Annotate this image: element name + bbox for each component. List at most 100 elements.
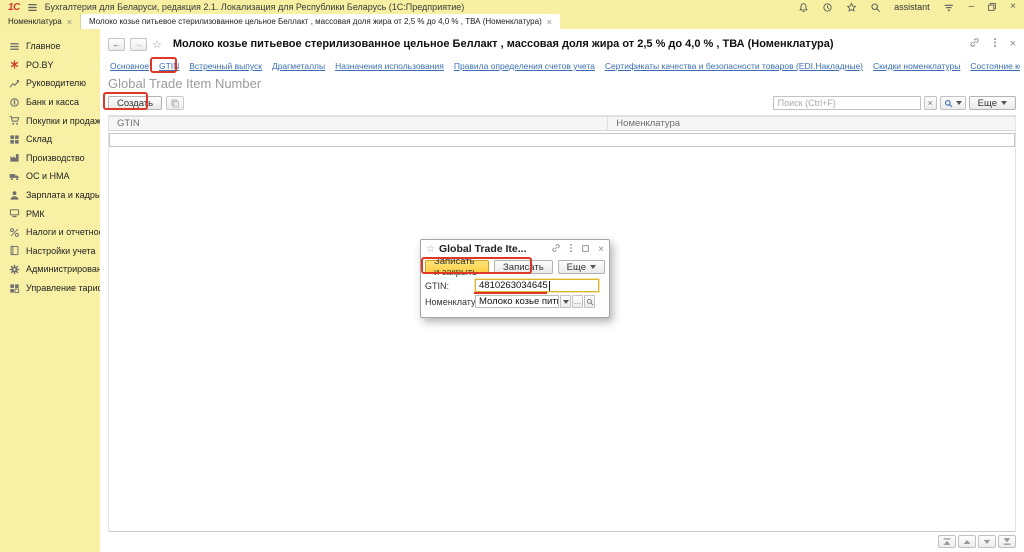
warehouse-grid-icon — [9, 134, 20, 145]
back-button[interactable]: ← — [108, 38, 125, 51]
get-link-icon[interactable] — [969, 35, 980, 53]
maximize-icon[interactable] — [581, 240, 590, 258]
nav-link-precious-metals[interactable]: Драгметаллы — [272, 61, 325, 71]
service-menu-icon[interactable] — [943, 2, 956, 13]
sidebar-item-warehouse[interactable]: Склад — [0, 130, 100, 149]
get-link-icon[interactable] — [551, 240, 561, 258]
nav-link-main[interactable]: Основное — [110, 61, 149, 71]
list-more-button[interactable]: Еще — [969, 96, 1016, 110]
chevron-down-icon — [956, 101, 962, 105]
chevron-down-icon — [563, 300, 569, 304]
page-up-button[interactable] — [958, 535, 976, 548]
restore-button[interactable] — [987, 2, 997, 12]
form-header: ← → ☆ Молоко козье питьевое стерилизован… — [108, 35, 1016, 53]
nav-link-gtin[interactable]: GTIN — [159, 61, 179, 71]
dropdown-button[interactable] — [560, 295, 571, 308]
current-user[interactable]: assistant — [894, 2, 930, 12]
bank-cash-coin-icon — [9, 97, 20, 108]
magnifier-icon — [586, 298, 594, 306]
open-windows-tabbar: Номенклатура × Молоко козье питьевое сте… — [0, 14, 1024, 29]
salary-person-icon — [9, 190, 20, 201]
window-tab-item-card[interactable]: Молоко козье питьевое стерилизованное це… — [81, 14, 560, 29]
tab-label: Молоко козье питьевое стерилизованное це… — [89, 17, 542, 26]
close-window-button[interactable]: × — [1010, 2, 1016, 12]
production-factory-icon — [9, 152, 20, 163]
global-search-icon[interactable] — [870, 2, 881, 13]
tab-close-icon[interactable]: × — [67, 17, 72, 27]
empty-list-row[interactable] — [109, 133, 1015, 147]
history-icon[interactable] — [822, 2, 833, 13]
nav-link-certificates[interactable]: Сертификаты качества и безопасности това… — [605, 61, 863, 71]
tab-close-icon[interactable]: × — [547, 17, 552, 27]
nav-link-marking-codes[interactable]: Состояние кодов маркировки — [970, 61, 1020, 71]
notifications-bell-icon[interactable] — [798, 2, 809, 13]
main-sections-icon — [9, 41, 20, 52]
nav-link-usage-purposes[interactable]: Назначения использования — [335, 61, 444, 71]
close-dialog-icon[interactable]: × — [598, 244, 604, 255]
gtin-input[interactable]: 4810263034645 — [475, 279, 599, 292]
list-navigation — [938, 535, 1016, 548]
go-last-button[interactable] — [998, 535, 1016, 548]
column-header-gtin[interactable]: GTIN — [109, 117, 607, 130]
forward-button[interactable]: → — [130, 38, 147, 51]
nav-link-counter-release[interactable]: Встречный выпуск — [189, 61, 262, 71]
tab-label: Номенклатура — [8, 17, 62, 26]
grid-header: GTIN Номенклатура — [109, 116, 1015, 131]
sidebar-item-fixed-assets[interactable]: ОС и НМА — [0, 167, 100, 186]
sidebar-item-production[interactable]: Производство — [0, 149, 100, 168]
chevron-down-icon — [590, 265, 596, 269]
sidebar-item-rmk[interactable]: РМК — [0, 204, 100, 223]
nav-link-account-rules[interactable]: Правила определения счетов учета — [454, 61, 595, 71]
accounting-settings-book-icon — [9, 245, 20, 256]
search-button[interactable] — [940, 96, 966, 110]
gtin-field-label: GTIN: — [425, 281, 475, 291]
nomenclature-field-label: Номенклатура: — [425, 297, 475, 307]
list-toolbar: Создать × Еще — [108, 95, 1016, 111]
search-icon — [944, 99, 953, 108]
page-down-button[interactable] — [978, 535, 996, 548]
sidebar-item-poby[interactable]: PO.BY — [0, 56, 100, 75]
nomenclature-field-row: Номенклатура: Молоко козье питьевое ст … — [421, 293, 609, 309]
sidebar-item-accounting-settings[interactable]: Настройки учета — [0, 242, 100, 261]
minimize-button[interactable]: – — [969, 2, 975, 12]
sidebar-item-administration[interactable]: Администрирование — [0, 260, 100, 279]
favorites-star-icon[interactable] — [846, 2, 857, 13]
clear-search-icon[interactable]: × — [924, 96, 937, 110]
sidebar-item-bank-cash[interactable]: Банк и касса — [0, 93, 100, 112]
1c-logo: 1С — [8, 2, 20, 13]
dialog-more-button[interactable]: Еще — [558, 260, 605, 274]
sidebar-item-taxes[interactable]: Налоги и отчетность — [0, 223, 100, 242]
nomenclature-combo: Молоко козье питьевое ст … — [475, 295, 595, 308]
open-item-button[interactable] — [584, 295, 595, 308]
sidebar-item-salary-hr[interactable]: Зарплата и кадры — [0, 186, 100, 205]
nomenclature-input[interactable]: Молоко козье питьевое ст — [475, 295, 559, 308]
text-cursor — [549, 281, 550, 291]
more-menu-icon[interactable] — [993, 35, 997, 53]
go-first-button[interactable] — [938, 535, 956, 548]
gtin-list: GTIN Номенклатура — [108, 115, 1016, 532]
favorite-star-icon[interactable]: ☆ — [152, 38, 162, 51]
main-menu-icon[interactable] — [27, 2, 38, 13]
sidebar-item-main[interactable]: Главное — [0, 37, 100, 56]
close-form-icon[interactable]: × — [1010, 38, 1016, 50]
create-by-copy-button[interactable] — [166, 96, 184, 110]
create-button[interactable]: Создать — [108, 96, 162, 110]
save-button[interactable]: Записать — [494, 260, 553, 274]
favorite-star-icon[interactable]: ☆ — [426, 244, 435, 255]
sections-sidebar: Главное PO.BY Руководителю Банк и касса … — [0, 29, 100, 552]
choose-from-list-button[interactable]: … — [572, 295, 583, 308]
poby-asterisk-icon — [9, 59, 20, 70]
save-and-close-button[interactable]: Записать и закрыть — [425, 260, 489, 274]
copy-icon — [170, 98, 180, 108]
sidebar-item-tariff-management[interactable]: Управление тарифом — [0, 279, 100, 298]
window-tab-nomenclature[interactable]: Номенклатура × — [0, 14, 81, 29]
more-menu-icon[interactable] — [569, 240, 573, 258]
gtin-field-row: GTIN: 4810263034645 — [421, 277, 609, 293]
app-window: 1С Бухгалтерия для Беларуси, редакция 2.… — [0, 0, 1024, 552]
administration-gear-icon — [9, 264, 20, 275]
sidebar-item-purchases-sales[interactable]: Покупки и продажи — [0, 111, 100, 130]
column-header-nomenclature[interactable]: Номенклатура — [607, 117, 1015, 130]
search-input[interactable] — [773, 96, 921, 110]
sidebar-item-manager[interactable]: Руководителю — [0, 74, 100, 93]
nav-link-discounts[interactable]: Скидки номенклатуры — [873, 61, 960, 71]
